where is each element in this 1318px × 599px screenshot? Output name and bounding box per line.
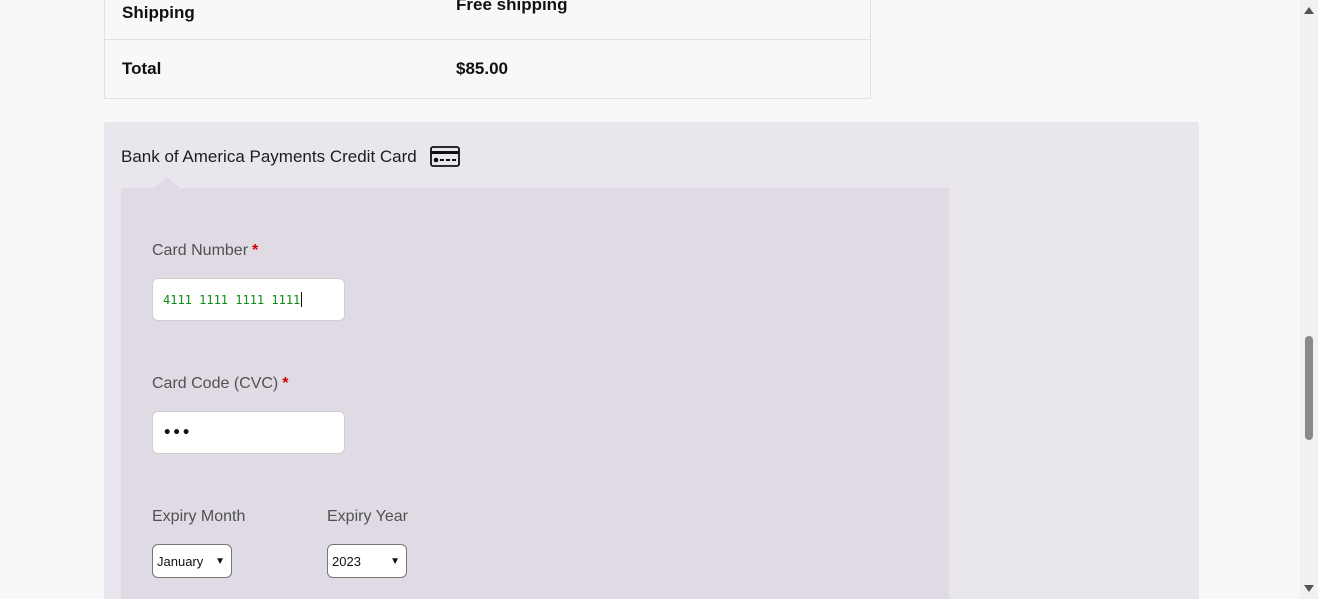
- card-number-label: Card Number *: [152, 242, 258, 260]
- card-code-label-text: Card Code (CVC): [152, 375, 279, 392]
- shipping-value: Free shipping: [456, 0, 568, 14]
- total-label: Total: [122, 59, 162, 78]
- shipping-label: Shipping: [122, 2, 195, 22]
- credit-card-icon: [429, 146, 460, 167]
- required-mark: *: [282, 375, 289, 392]
- card-code-label: Card Code (CVC) *: [152, 375, 289, 393]
- expiry-month-value: January: [157, 553, 204, 569]
- expiry-year-select[interactable]: 2023 ▼: [327, 544, 407, 578]
- card-number-input[interactable]: 4111 1111 1111 1111: [152, 278, 345, 321]
- payment-method-option[interactable]: Bank of America Payments Credit Card: [121, 146, 460, 167]
- card-number-label-text: Card Number: [152, 242, 249, 259]
- card-code-value: •••: [163, 424, 192, 441]
- payment-method-title[interactable]: Bank of America Payments Credit Card: [121, 147, 417, 167]
- chevron-down-icon: ▼: [215, 555, 225, 567]
- total-value: $85.00: [456, 59, 508, 78]
- expiry-month-label: Expiry Month: [152, 508, 246, 525]
- page-scrollbar[interactable]: [1300, 0, 1318, 599]
- shipping-row: Shipping Free shipping: [105, 0, 870, 39]
- card-number-value: 4111 1111 1111 1111: [163, 292, 301, 307]
- checkout-page: Shipping Free shipping Total $85.00 Bank…: [0, 0, 1318, 599]
- total-row: Total $85.00: [105, 39, 870, 98]
- expiry-year-value: 2023: [332, 553, 361, 569]
- order-totals-table: Shipping Free shipping Total $85.00: [104, 0, 871, 99]
- payment-methods: Bank of America Payments Credit Card Car…: [104, 122, 1199, 599]
- scroll-thumb[interactable]: [1305, 336, 1313, 440]
- payment-fields-box: Card Number * 4111 1111 1111 1111 Card Co…: [121, 177, 949, 599]
- chevron-down-icon: ▼: [390, 555, 400, 567]
- scroll-down-arrow-icon[interactable]: [1304, 585, 1314, 592]
- expiry-month-select[interactable]: January ▼: [152, 544, 232, 578]
- expiry-year-label: Expiry Year: [327, 508, 408, 525]
- text-caret: [301, 292, 303, 307]
- card-code-input[interactable]: •••: [152, 411, 345, 454]
- scroll-up-arrow-icon[interactable]: [1304, 7, 1314, 14]
- required-mark: *: [252, 242, 259, 259]
